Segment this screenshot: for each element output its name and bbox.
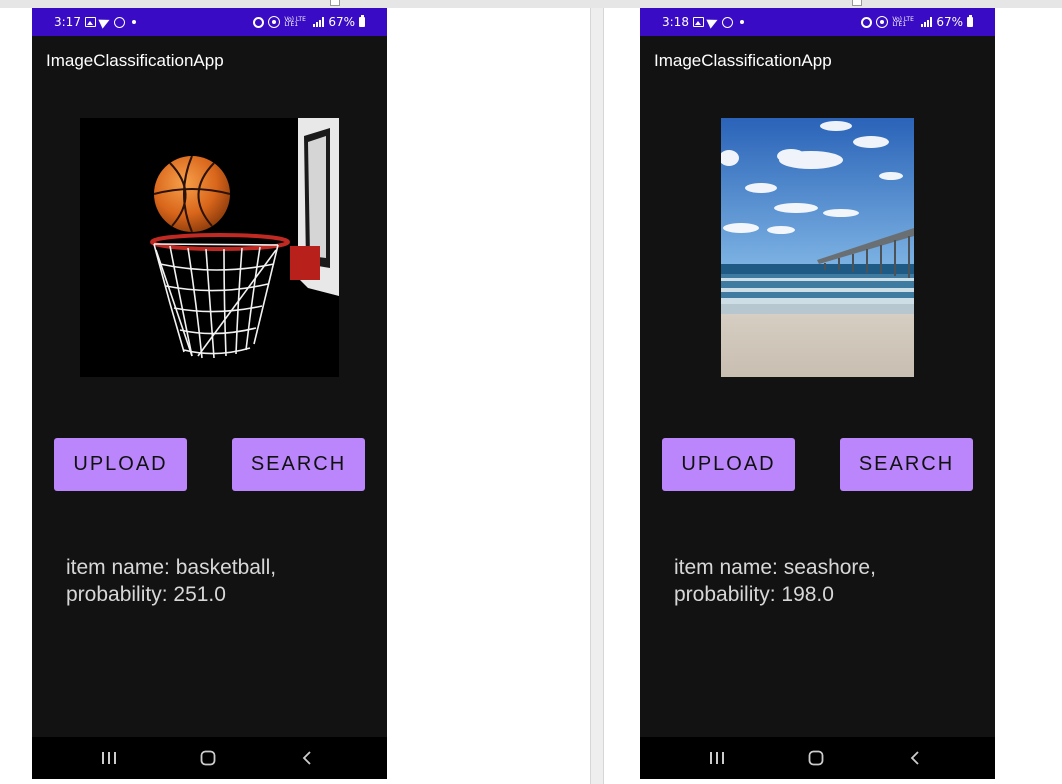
phone-screen-seashore: 3:18 Vo) LTE LTE1 67% ImageClassificatio… [640, 8, 995, 779]
back-icon [910, 751, 919, 765]
result-probability: probability: 251.0 [66, 583, 226, 606]
classified-image [721, 118, 914, 377]
recents-icon [102, 752, 116, 764]
image-icon [84, 17, 96, 27]
viewer-top-strip [0, 0, 1062, 8]
app-title: ImageClassificationApp [654, 51, 832, 70]
result-probability: probability: 198.0 [674, 583, 834, 606]
recents-icon [710, 752, 724, 764]
hotspot-icon [876, 16, 889, 28]
notification-dot-icon [739, 20, 744, 24]
battery-percent: 67% [328, 15, 355, 29]
search-button[interactable]: SEARCH [232, 438, 365, 491]
result-text: item name: seashore, probability: 198.0 [674, 554, 974, 608]
upload-button[interactable]: UPLOAD [662, 438, 795, 491]
home-icon [808, 750, 824, 766]
status-bar: 3:17 Vo) LTE LTE1 67% [32, 8, 387, 36]
home-button[interactable] [188, 737, 228, 779]
result-item-name: item name: seashore, [674, 556, 876, 579]
result-item-name: item name: basketball, [66, 556, 277, 579]
clock: 3:17 [54, 15, 81, 29]
send-icon [706, 15, 720, 29]
recents-button[interactable] [697, 737, 737, 779]
back-button[interactable] [895, 737, 935, 779]
navigation-bar [640, 737, 995, 779]
hotspot-icon [268, 16, 281, 28]
phone-screen-basketball: 3:17 Vo) LTE LTE1 67% ImageClassificatio… [32, 8, 387, 779]
image-icon [692, 17, 704, 27]
back-icon [302, 751, 311, 765]
status-bar: 3:18 Vo) LTE LTE1 67% [640, 8, 995, 36]
classified-image [80, 118, 339, 377]
battery-icon [967, 15, 973, 27]
page-marker [852, 0, 862, 6]
recents-button[interactable] [89, 737, 129, 779]
home-button[interactable] [796, 737, 836, 779]
alarm-icon [861, 16, 873, 28]
alarm-icon [253, 16, 265, 28]
notification-dot-icon [131, 20, 136, 24]
back-button[interactable] [287, 737, 327, 779]
home-icon [200, 750, 216, 766]
clock: 3:18 [662, 15, 689, 29]
network-label: Vo) LTE LTE1 [892, 16, 914, 28]
send-icon [98, 15, 112, 29]
upload-button[interactable]: UPLOAD [54, 438, 187, 491]
battery-percent: 67% [936, 15, 963, 29]
battery-icon [359, 15, 365, 27]
page-marker [330, 0, 340, 6]
signal-icon [920, 17, 933, 27]
app-title: ImageClassificationApp [46, 51, 224, 70]
page-divider [590, 8, 604, 784]
result-text: item name: basketball, probability: 251.… [66, 554, 366, 608]
whatsapp-icon [721, 16, 733, 28]
network-label: Vo) LTE LTE1 [284, 16, 306, 28]
search-button[interactable]: SEARCH [840, 438, 973, 491]
signal-icon [312, 17, 325, 27]
navigation-bar [32, 737, 387, 779]
whatsapp-icon [113, 16, 125, 28]
